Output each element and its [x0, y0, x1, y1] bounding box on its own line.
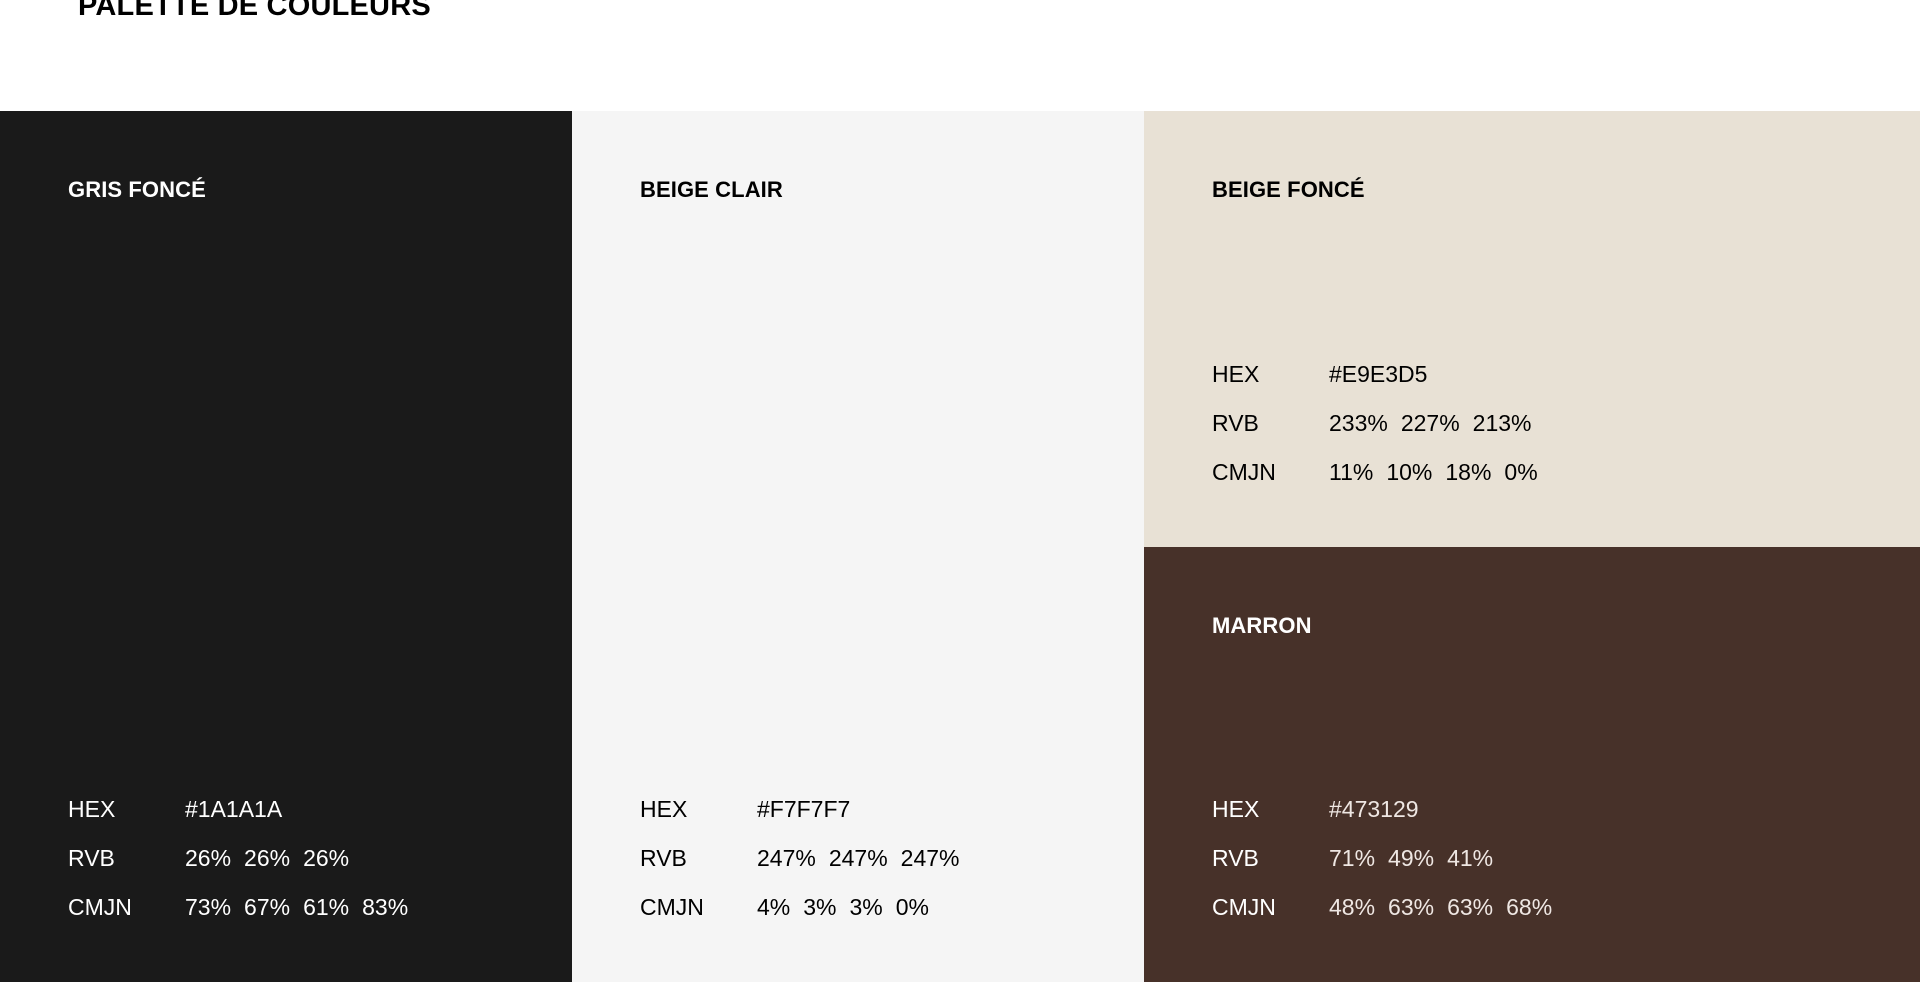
swatch-name: MARRON: [1212, 613, 1312, 638]
cmyk-value-c: 11%: [1329, 459, 1374, 485]
rgb-row: RVB 71% 49% 41%: [1212, 834, 1552, 883]
hex-label: HEX: [640, 796, 688, 822]
hex-row: HEX #E9E3D5: [1212, 350, 1538, 399]
hex-row: HEX #F7F7F7: [640, 785, 959, 834]
cmyk-value-k: 68%: [1506, 894, 1553, 920]
cmyk-value-m: 10%: [1386, 459, 1433, 485]
rgb-row: RVB 247% 247% 247%: [640, 834, 959, 883]
rgb-label: RVB: [1212, 410, 1259, 436]
cmyk-label: CMJN: [68, 894, 132, 920]
rgb-label: RVB: [1212, 845, 1259, 871]
cmyk-value-m: 3%: [803, 894, 837, 920]
rgb-value-b: 26%: [303, 845, 350, 871]
hex-row: HEX #1A1A1A: [68, 785, 408, 834]
cmyk-label: CMJN: [1212, 459, 1276, 485]
cmyk-label: CMJN: [1212, 894, 1276, 920]
cmyk-value-c: 4%: [757, 894, 791, 920]
rgb-label: RVB: [68, 845, 115, 871]
rgb-value-r: 247%: [757, 845, 816, 871]
rgb-label: RVB: [640, 845, 687, 871]
cmyk-row: CMJN 4% 3% 3% 0%: [640, 883, 959, 932]
hex-label: HEX: [1212, 361, 1260, 387]
color-specs: HEX #1A1A1A RVB 26% 26% 26% CMJN 73% 67%…: [68, 785, 408, 932]
hex-label: HEX: [68, 796, 116, 822]
cmyk-value-m: 67%: [244, 894, 291, 920]
cmyk-value-k: 0%: [1504, 459, 1538, 485]
rgb-value-g: 26%: [244, 845, 291, 871]
hex-value: #E9E3D5: [1329, 361, 1428, 387]
swatch-beige-fonce: BEIGE FONCÉ HEX #E9E3D5 RVB 233% 227% 21…: [1144, 111, 1920, 547]
rgb-value-g: 247%: [828, 845, 888, 871]
cmyk-value-y: 61%: [303, 894, 350, 920]
hex-row: HEX #473129: [1212, 785, 1552, 834]
swatch-gris-fonce: GRIS FONCÉ HEX #1A1A1A RVB 26% 26% 26% C…: [0, 111, 572, 982]
rgb-value-g: 49%: [1388, 845, 1435, 871]
cmyk-value-y: 63%: [1447, 894, 1494, 920]
cmyk-value-c: 48%: [1329, 894, 1376, 920]
cmyk-value-k: 83%: [362, 894, 409, 920]
rgb-value-b: 247%: [900, 845, 960, 871]
cmyk-row: CMJN 73% 67% 61% 83%: [68, 883, 408, 932]
rgb-value-r: 26%: [185, 845, 232, 871]
page-title: PALETTE DE COULEURS: [78, 0, 431, 22]
color-specs: HEX #E9E3D5 RVB 233% 227% 213% CMJN 11% …: [1212, 350, 1538, 497]
swatch-name: BEIGE FONCÉ: [1212, 177, 1365, 202]
rgb-value-r: 71%: [1329, 845, 1376, 871]
color-specs: HEX #473129 RVB 71% 49% 41% CMJN 48% 63%…: [1212, 785, 1552, 932]
cmyk-row: CMJN 48% 63% 63% 68%: [1212, 883, 1552, 932]
swatch-name: GRIS FONCÉ: [68, 177, 206, 202]
swatch-name: BEIGE CLAIR: [640, 177, 783, 202]
hex-value: #1A1A1A: [185, 796, 283, 822]
cmyk-value-k: 0%: [895, 894, 929, 920]
cmyk-row: CMJN 11% 10% 18% 0%: [1212, 448, 1538, 497]
cmyk-value-m: 63%: [1388, 894, 1435, 920]
rgb-row: RVB 233% 227% 213%: [1212, 399, 1538, 448]
rgb-value-g: 227%: [1400, 410, 1460, 436]
cmyk-label: CMJN: [640, 894, 704, 920]
cmyk-value-y: 18%: [1445, 459, 1492, 485]
rgb-row: RVB 26% 26% 26%: [68, 834, 408, 883]
swatch-beige-clair: BEIGE CLAIR HEX #F7F7F7 RVB 247% 247% 24…: [572, 111, 1144, 982]
hex-value: #473129: [1329, 796, 1419, 822]
color-specs: HEX #F7F7F7 RVB 247% 247% 247% CMJN 4% 3…: [640, 785, 959, 932]
rgb-value-b: 213%: [1472, 410, 1532, 436]
swatch-marron: MARRON HEX #473129 RVB 71% 49% 41% CMJN …: [1144, 547, 1920, 982]
rgb-value-b: 41%: [1447, 845, 1494, 871]
cmyk-value-y: 3%: [849, 894, 883, 920]
hex-label: HEX: [1212, 796, 1260, 822]
hex-value: #F7F7F7: [757, 796, 851, 822]
cmyk-value-c: 73%: [185, 894, 232, 920]
rgb-value-r: 233%: [1329, 410, 1388, 436]
